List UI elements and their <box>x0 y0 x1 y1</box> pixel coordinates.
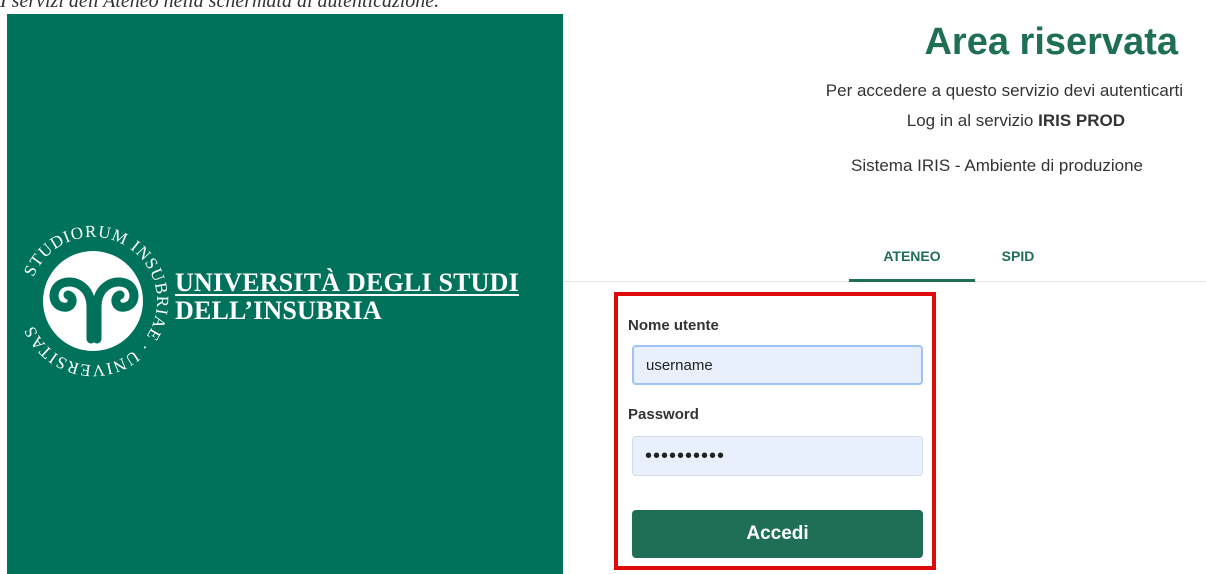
tab-ateneo[interactable]: ATENEO <box>849 243 975 282</box>
username-label: Nome utente <box>628 317 719 334</box>
service-name: IRIS PROD <box>1038 111 1125 130</box>
university-name: UNIVERSITÀ DEGLI STUDI DELL’INSUBRIA <box>175 269 519 325</box>
tab-spid[interactable]: SPID <box>983 243 1053 279</box>
username-input[interactable] <box>632 345 923 385</box>
login-button[interactable]: Accedi <box>632 510 923 558</box>
password-label: Password <box>628 406 699 423</box>
service-prefix: Log in al servizio <box>906 111 1034 130</box>
auth-instructions: Per accedere a questo servizio devi aute… <box>825 81 1183 100</box>
page-title: Area riservata <box>924 21 1178 63</box>
login-panel: Area riservata Per accedere a questo ser… <box>563 0 1206 574</box>
university-seal-icon: STUDIORUM INSUBRIAE · UNIVERSITAS <box>20 222 171 380</box>
auth-tabs: ATENEO SPID <box>563 243 1206 282</box>
system-description: Sistema IRIS - Ambiente di produzione <box>851 156 1143 175</box>
brand-panel: STUDIORUM INSUBRIAE · UNIVERSITAS UNIVER… <box>7 14 563 574</box>
service-line: Log in al servizio IRIS PROD <box>563 110 1125 132</box>
password-input[interactable] <box>632 436 923 476</box>
university-name-line1: UNIVERSITÀ DEGLI STUDI <box>175 268 519 297</box>
university-name-line2: DELL’INSUBRIA <box>175 296 382 325</box>
